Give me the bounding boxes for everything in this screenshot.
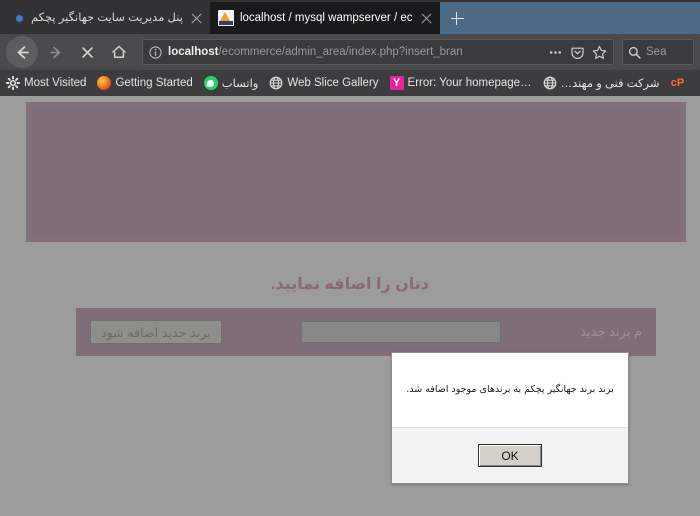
tab-strip-filler xyxy=(473,2,700,34)
globe-icon xyxy=(269,76,283,90)
back-button[interactable] xyxy=(6,36,38,68)
url-host: localhost xyxy=(168,46,219,58)
home-icon xyxy=(112,45,126,58)
stop-x-icon xyxy=(81,46,93,58)
bookmark-cpanel[interactable]: cP xyxy=(670,76,688,90)
new-tab-button[interactable] xyxy=(439,2,474,34)
stop-button[interactable] xyxy=(72,38,102,66)
alert-dialog: برند برند جهانگیر پچکم به برندهای موجود … xyxy=(391,352,629,484)
globe-icon-2 xyxy=(543,76,557,90)
tab-loading-dot-icon xyxy=(16,14,23,22)
gear-icon xyxy=(5,75,21,91)
bookmark-most-visited[interactable]: Most Visited xyxy=(5,75,87,91)
alert-message: برند برند جهانگیر پچکم به برندهای موجود … xyxy=(406,384,614,396)
bookmark-web-slice-gallery-label: Web Slice Gallery xyxy=(287,77,379,89)
forward-arrow-icon xyxy=(49,46,60,58)
bookmark-web-slice-gallery[interactable]: Web Slice Gallery xyxy=(269,76,379,90)
firefox-icon xyxy=(97,76,112,90)
ellipsis-icon[interactable] xyxy=(548,46,563,59)
cpanel-icon: cP xyxy=(670,77,685,89)
bookmark-whatsapp-label: واتساب xyxy=(221,78,259,90)
search-placeholder: Sea xyxy=(646,46,667,58)
navigation-toolbar: localhost/ecommerce/admin_area/index.php… xyxy=(0,34,700,70)
tab-close-icon-1[interactable] xyxy=(419,11,434,26)
search-bar[interactable]: Sea xyxy=(622,39,694,65)
yam-icon: Y xyxy=(389,76,404,90)
forward-button[interactable] xyxy=(40,38,70,66)
browser-window: پنل مدیریت سایت جهانگیر پچکم localhost /… xyxy=(0,0,700,516)
bookmark-most-visited-label: Most Visited xyxy=(24,77,87,89)
pocket-icon[interactable] xyxy=(570,45,585,60)
back-arrow-icon xyxy=(17,45,29,59)
bookmark-getting-started-label: Getting Started xyxy=(115,77,193,89)
browser-tab-1-label: localhost / mysql wampserver / ec xyxy=(239,12,413,24)
star-icon[interactable] xyxy=(592,45,607,60)
url-text[interactable]: localhost/ecommerce/admin_area/index.php… xyxy=(168,40,542,64)
url-bar[interactable]: localhost/ecommerce/admin_area/index.php… xyxy=(142,39,614,65)
bookmarks-bar: Most Visited Getting Started واتساب Web … xyxy=(0,70,700,96)
browser-tab-0-label: پنل مدیریت سایت جهانگیر پچکم xyxy=(31,12,183,24)
browser-tab-0[interactable]: پنل مدیریت سایت جهانگیر پچکم xyxy=(0,2,210,34)
ok-button[interactable]: OK xyxy=(478,444,542,467)
phpmyadmin-icon xyxy=(217,10,234,26)
alert-dialog-footer: OK xyxy=(392,427,628,483)
browser-tab-1[interactable]: localhost / mysql wampserver / ec xyxy=(209,2,440,34)
page-viewport: دتان را اضافه نمایید. م برند جدید برند ج… xyxy=(0,96,700,516)
bookmark-getting-started[interactable]: Getting Started xyxy=(97,76,193,90)
search-icon xyxy=(628,46,641,59)
alert-dialog-body: برند برند جهانگیر پچکم به برندهای موجود … xyxy=(392,353,628,427)
bookmark-error-homepage-label: Error: Your homepage… xyxy=(407,77,532,89)
whatsapp-icon xyxy=(203,76,218,90)
url-path: /ecommerce/admin_area/index.php?insert_b… xyxy=(218,46,463,58)
bookmark-company-site[interactable]: شرکت فنی و مهند… xyxy=(543,76,660,90)
home-button[interactable] xyxy=(104,38,134,66)
tab-strip: پنل مدیریت سایت جهانگیر پچکم localhost /… xyxy=(0,0,700,34)
info-circle-icon[interactable] xyxy=(149,45,162,59)
url-bar-icons xyxy=(548,45,607,60)
bookmark-whatsapp[interactable]: واتساب xyxy=(203,76,259,90)
bookmark-error-homepage[interactable]: Y Error: Your homepage… xyxy=(389,76,532,90)
tab-close-icon-0[interactable] xyxy=(189,11,204,26)
bookmark-company-site-label: شرکت فنی و مهند… xyxy=(560,78,660,90)
